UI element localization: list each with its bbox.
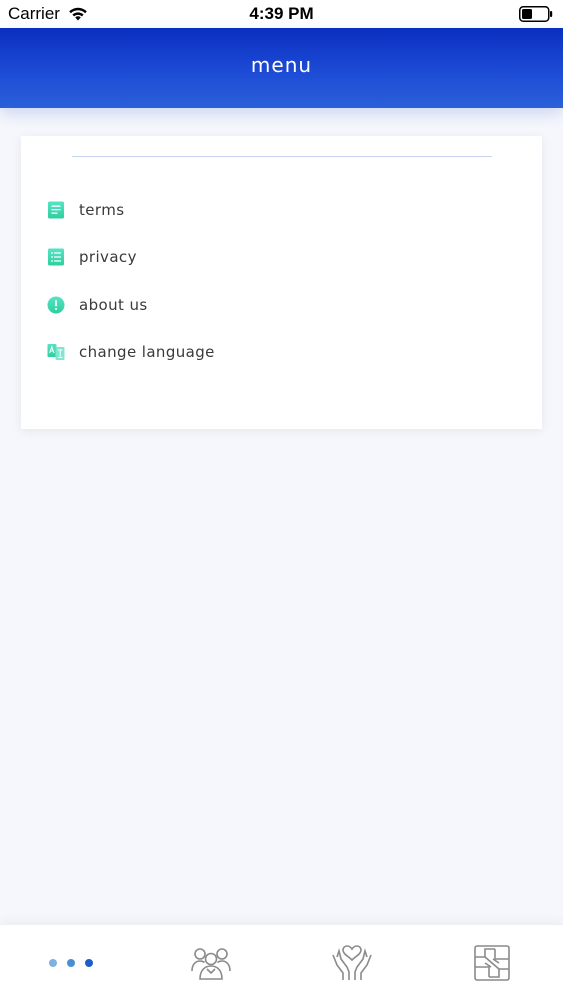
menu-item-change-language[interactable]: change language	[47, 337, 215, 367]
menu-item-about-us[interactable]: about us	[47, 290, 148, 320]
list-icon	[48, 248, 64, 266]
menu-item-privacy[interactable]: privacy	[47, 242, 137, 272]
page-title: menu	[250, 53, 313, 77]
screen: Carrier 4:39 PM menu terms privacy about…	[0, 0, 563, 1000]
document-icon	[48, 201, 64, 219]
menu-item-label: about us	[79, 296, 148, 314]
info-icon	[47, 296, 65, 314]
tab-more[interactable]	[1, 925, 141, 1000]
header-bar: menu	[0, 28, 563, 108]
tab-cooperation[interactable]	[422, 925, 562, 1000]
menu-item-label: terms	[79, 201, 125, 219]
menu-card: terms privacy about us change language	[21, 136, 542, 429]
battery-icon	[519, 6, 553, 22]
menu-item-label: change language	[79, 343, 215, 361]
menu-item-terms[interactable]: terms	[47, 195, 124, 225]
status-bar: Carrier 4:39 PM	[0, 0, 563, 28]
people-group-icon	[191, 948, 231, 980]
menu-item-label: privacy	[79, 248, 137, 266]
more-dots-icon	[49, 959, 93, 967]
tab-bar	[0, 924, 563, 1000]
clock-label: 4:39 PM	[249, 4, 314, 23]
divider	[72, 156, 492, 157]
tab-community[interactable]	[141, 925, 281, 1000]
translate-icon	[47, 344, 65, 360]
tab-charity[interactable]	[282, 925, 422, 1000]
hands-heart-icon	[332, 945, 372, 980]
joined-hands-icon	[474, 945, 510, 981]
